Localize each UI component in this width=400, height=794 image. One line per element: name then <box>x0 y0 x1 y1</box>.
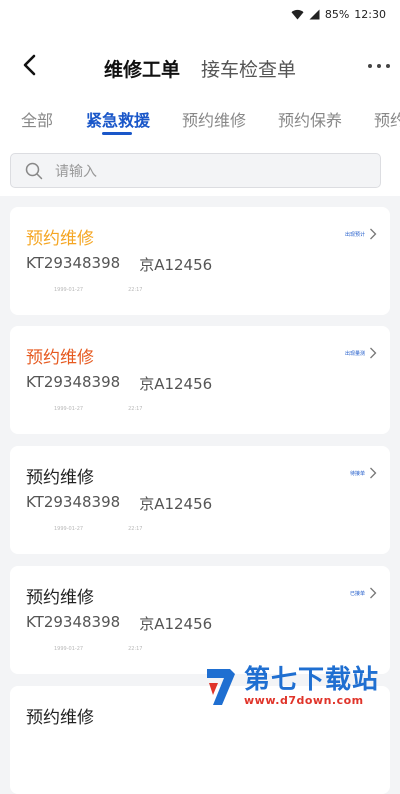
order-number: KT29348398 <box>26 373 121 391</box>
status-label: 出现量测 <box>344 350 365 357</box>
order-number: KT29348398 <box>26 613 121 631</box>
chevron-right-icon <box>370 347 377 359</box>
chevron-right-icon <box>370 467 377 479</box>
watermark-text: 第七下载站 www.d7down.com <box>244 666 379 707</box>
battery-level: 85% <box>324 8 350 21</box>
tab-emergency-rescue[interactable]: 紧急救援 <box>86 107 150 131</box>
app-header: 维修工单 接车检查单 <box>0 30 400 102</box>
order-status[interactable]: 已接单 <box>350 587 377 599</box>
order-title: 预约维修 <box>26 229 94 249</box>
more-dot-icon <box>368 64 372 68</box>
page-title-inspection-sheet[interactable]: 接车检查单 <box>201 55 296 82</box>
order-title: 预约维修 <box>26 588 94 608</box>
order-number: KT29348398 <box>26 254 121 272</box>
order-ids: KT29348398 京A12456 <box>26 373 212 394</box>
order-title: 预约维修 <box>26 468 94 488</box>
order-title: 预约维修 <box>26 348 94 368</box>
order-date: 1999-01-27 <box>54 287 84 293</box>
order-card[interactable]: 预约维修 KT29348398 京A12456 1999-01-27 22:17… <box>10 446 390 554</box>
order-time: 22:17 <box>128 646 143 652</box>
filter-tabs: 全部 紧急救援 预约维修 预约保养 预约 <box>0 102 400 146</box>
back-button[interactable] <box>18 52 44 78</box>
order-status[interactable]: 出现量测 <box>345 347 377 359</box>
search-icon <box>25 162 43 180</box>
chevron-right-icon <box>370 228 377 240</box>
order-date: 1999-01-27 <box>54 406 84 412</box>
order-card[interactable]: 预约维修 KT29348398 京A12456 1999-01-27 22:17… <box>10 326 390 434</box>
chevron-right-icon <box>370 587 377 599</box>
more-dot-icon <box>377 64 381 68</box>
search-input[interactable] <box>53 157 367 186</box>
order-time: 22:17 <box>128 526 143 532</box>
chevron-left-icon <box>23 54 36 76</box>
order-date: 1999-01-27 <box>54 646 84 652</box>
order-card[interactable]: 预约维修 KT29348398 京A12456 1999-01-27 22:17… <box>10 207 390 315</box>
wifi-icon <box>291 9 304 20</box>
tab-scheduled-repair[interactable]: 预约维修 <box>182 107 246 131</box>
order-meta: 1999-01-27 22:17 <box>54 406 142 412</box>
order-ids: KT29348398 京A12456 <box>26 493 212 514</box>
order-time: 22:17 <box>128 287 143 293</box>
status-indicators: 85% 12:30 <box>291 8 386 21</box>
order-meta: 1999-01-27 22:17 <box>54 646 142 652</box>
watermark-name: 第七下载站 <box>244 665 380 695</box>
watermark: 第七下载站 www.d7down.com <box>204 662 400 711</box>
clock: 12:30 <box>354 8 386 21</box>
order-status[interactable]: 出现预计 <box>345 228 377 240</box>
tab-all[interactable]: 全部 <box>21 107 53 131</box>
tab-more-scheduled[interactable]: 预约 <box>374 107 400 131</box>
order-time: 22:17 <box>128 406 143 412</box>
order-date: 1999-01-27 <box>54 526 84 532</box>
search-bar <box>0 146 400 196</box>
page-title-repair-order[interactable]: 维修工单 <box>104 55 180 82</box>
order-number: KT29348398 <box>26 493 121 511</box>
order-title: 预约维修 <box>26 708 94 728</box>
more-dot-icon <box>386 64 390 68</box>
tab-scheduled-maintenance[interactable]: 预约保养 <box>278 107 342 131</box>
search-box[interactable] <box>10 153 381 188</box>
signal-icon <box>309 9 320 20</box>
status-label: 已接单 <box>349 590 365 597</box>
license-plate: 京A12456 <box>139 615 213 633</box>
license-plate: 京A12456 <box>139 375 213 393</box>
active-tab-indicator <box>102 132 132 135</box>
order-ids: KT29348398 京A12456 <box>26 613 212 634</box>
status-bar: 85% 12:30 <box>0 0 400 30</box>
d7-logo-icon <box>207 668 235 705</box>
status-label: 待接单 <box>349 470 365 477</box>
order-status[interactable]: 待接单 <box>350 467 377 479</box>
order-meta: 1999-01-27 22:17 <box>54 526 142 532</box>
order-ids: KT29348398 京A12456 <box>26 254 212 275</box>
license-plate: 京A12456 <box>139 256 213 274</box>
order-meta: 1999-01-27 22:17 <box>54 287 142 293</box>
license-plate: 京A12456 <box>139 495 213 513</box>
more-button[interactable] <box>368 58 390 74</box>
order-card[interactable]: 预约维修 KT29348398 京A12456 1999-01-27 22:17… <box>10 566 390 674</box>
status-label: 出现预计 <box>344 231 365 238</box>
watermark-url: www.d7down.com <box>244 694 364 707</box>
